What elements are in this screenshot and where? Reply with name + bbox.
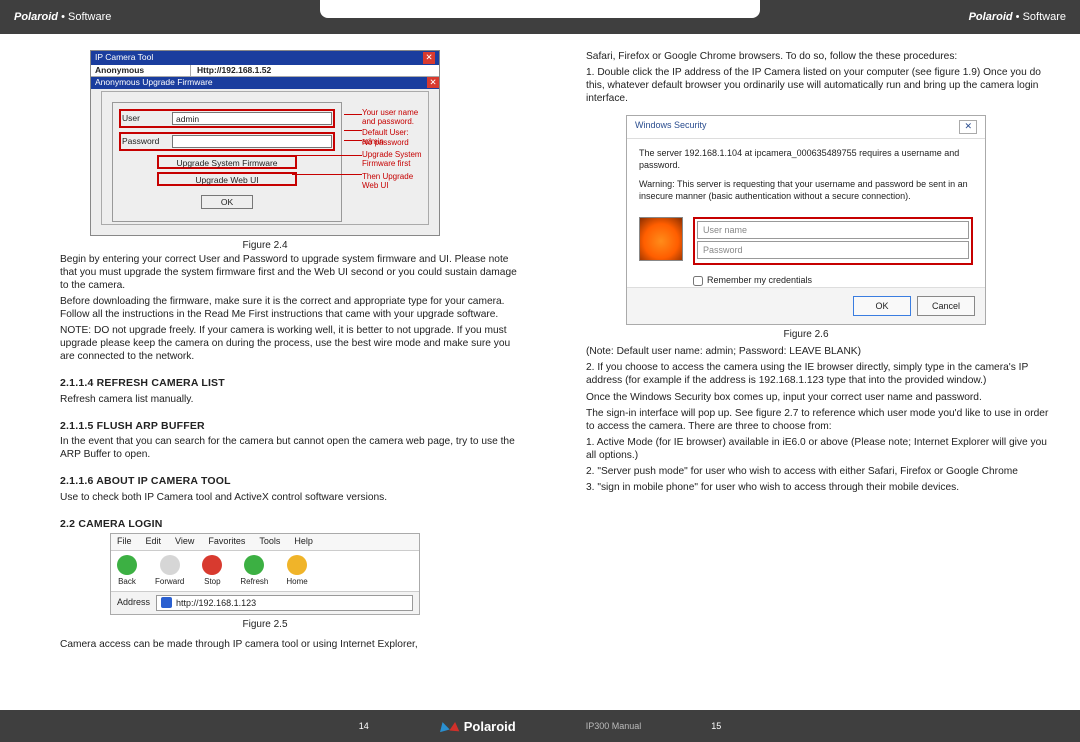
body-text: 1. Double click the IP address of the IP… — [586, 66, 1052, 105]
user-input[interactable]: admin — [172, 112, 332, 125]
password-input[interactable]: Password — [697, 241, 969, 259]
fig24-col2: Http://192.168.1.52 — [191, 65, 271, 76]
menu-item[interactable]: Favorites — [208, 536, 245, 548]
upgrade-web-button[interactable]: Upgrade Web UI — [157, 172, 297, 186]
remember-label: Remember my credentials — [707, 275, 812, 287]
fig24-title: IP Camera Tool — [95, 52, 153, 64]
username-input[interactable]: User name — [697, 221, 969, 239]
page-number-right: 15 — [711, 721, 721, 731]
heading-flush: 2.1.1.5 FLUSH ARP BUFFER — [60, 420, 526, 433]
body-text: (Note: Default user name: admin; Passwor… — [586, 345, 1052, 358]
browser-toolbar: Back Forward Stop Refresh Home — [111, 551, 419, 592]
body-text: Begin by entering your correct User and … — [60, 253, 526, 292]
fig24-subtitle: Anonymous Upgrade Firmware — [95, 77, 213, 87]
toolbar-back-button[interactable]: Back — [117, 555, 137, 587]
header-right: Polaroid • Software — [969, 11, 1066, 23]
toolbar-refresh-button[interactable]: Refresh — [240, 555, 268, 587]
body-text: NOTE: DO not upgrade freely. If your cam… — [60, 324, 526, 363]
password-label: Password — [122, 136, 172, 147]
header-notch — [320, 0, 760, 18]
toolbar-home-button[interactable]: Home — [286, 555, 307, 587]
ie-icon — [161, 597, 172, 608]
user-label: User — [122, 113, 172, 124]
menu-item[interactable]: View — [175, 536, 194, 548]
page-number-left: 14 — [359, 721, 369, 731]
figure-2-5: File Edit View Favorites Tools Help Back Forwa… — [110, 533, 420, 615]
body-text: 2. "Server push mode" for user who wish … — [586, 465, 1052, 478]
menu-item[interactable]: Tools — [259, 536, 280, 548]
heading-login: 2.2 CAMERA LOGIN — [60, 518, 526, 531]
password-input[interactable] — [172, 135, 332, 148]
fig24-col1: Anonymous — [91, 65, 191, 76]
right-column: Safari, Firefox or Google Chrome browser… — [556, 50, 1052, 684]
dialog-text: The server 192.168.1.104 at ipcamera_000… — [639, 147, 973, 172]
body-text: Refresh camera list manually. — [60, 393, 526, 406]
figure-2-6: Windows Security ✕ The server 192.168.1.1… — [626, 115, 986, 324]
close-icon[interactable]: ✕ — [427, 77, 439, 88]
address-input[interactable]: http://192.168.1.123 — [156, 595, 413, 611]
body-text: In the event that you can search for the… — [60, 435, 526, 461]
heading-refresh: 2.1.1.4 REFRESH CAMERA LIST — [60, 377, 526, 390]
browser-menu: File Edit View Favorites Tools Help — [111, 534, 419, 551]
toolbar-stop-button[interactable]: Stop — [202, 555, 222, 587]
body-text: Camera access can be made through IP cam… — [60, 638, 526, 651]
cancel-button[interactable]: Cancel — [917, 296, 975, 316]
body-text: Safari, Firefox or Google Chrome browser… — [586, 50, 1052, 63]
left-column: IP Camera Tool ✕ AnonymousHttp://192.168.… — [60, 50, 556, 684]
upgrade-system-button[interactable]: Upgrade System Firmware — [157, 155, 297, 169]
figure-caption: Figure 2.6 — [626, 329, 986, 342]
polaroid-logo: Polaroid — [439, 719, 516, 734]
address-label: Address — [117, 597, 150, 609]
avatar-icon — [639, 217, 683, 261]
menu-item[interactable]: Help — [294, 536, 313, 548]
annotation: No password — [362, 138, 409, 147]
annotation: Your user nameand password. — [362, 108, 418, 126]
menu-item[interactable]: Edit — [146, 536, 162, 548]
header-left: Polaroid • Software — [14, 11, 111, 23]
header-bar: Polaroid • Software Polaroid • Software — [0, 0, 1080, 34]
close-icon[interactable]: ✕ — [423, 52, 435, 64]
menu-item[interactable]: File — [117, 536, 132, 548]
body-text: Before downloading the firmware, make su… — [60, 295, 526, 321]
body-text: The sign-in interface will pop up. See f… — [586, 407, 1052, 433]
body-text: 2. If you choose to access the camera us… — [586, 361, 1052, 387]
dialog-title: Windows Security — [635, 120, 707, 134]
figure-caption: Figure 2.4 — [90, 240, 440, 253]
close-icon[interactable]: ✕ — [959, 120, 977, 134]
annotation: Upgrade SystemFirmware first — [362, 150, 422, 168]
dialog-text: Warning: This server is requesting that … — [639, 178, 973, 203]
figure-caption: Figure 2.5 — [110, 619, 420, 632]
footer-bar: 14 Polaroid IP300 Manual 15 — [0, 710, 1080, 742]
body-text: 1. Active Mode (for IE browser) availabl… — [586, 436, 1052, 462]
ok-button[interactable]: OK — [853, 296, 911, 316]
body-text: Once the Windows Security box comes up, … — [586, 391, 1052, 404]
annotation: Then Upgrade Web UI — [362, 172, 428, 190]
ok-button[interactable]: OK — [201, 195, 253, 209]
body-text: Use to check both IP Camera tool and Act… — [60, 491, 526, 504]
manual-label: IP300 Manual — [586, 721, 642, 731]
toolbar-forward-button[interactable]: Forward — [155, 555, 184, 587]
remember-checkbox[interactable] — [693, 276, 703, 286]
body-text: 3. "sign in mobile phone" for user who w… — [586, 481, 1052, 494]
figure-2-4: IP Camera Tool ✕ AnonymousHttp://192.168.… — [90, 50, 440, 236]
heading-about: 2.1.1.6 ABOUT IP CAMERA TOOL — [60, 475, 526, 488]
